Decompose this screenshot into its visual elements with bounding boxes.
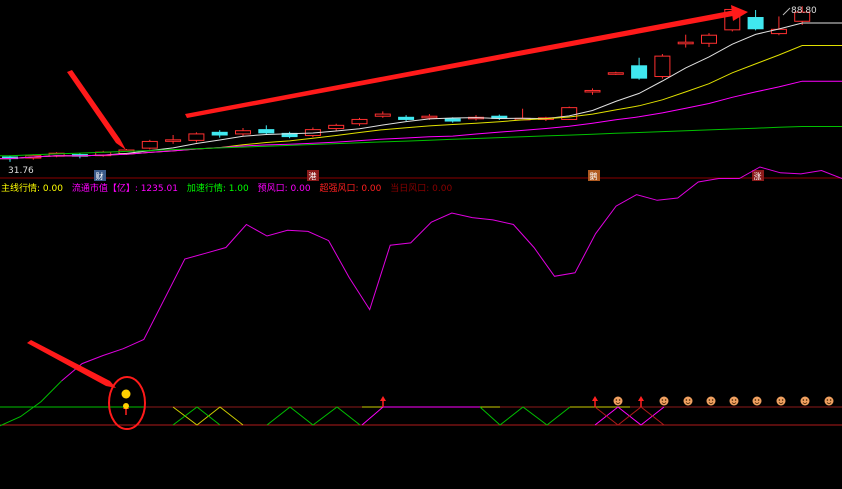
candle-body	[211, 131, 228, 136]
smiley-icon	[824, 396, 834, 406]
smiley-icon	[613, 396, 623, 406]
marker-cai: 财	[96, 171, 104, 181]
price-high-label: 88.80	[791, 6, 817, 16]
smiley-icon	[752, 396, 762, 406]
legend-day-wind: 当日风口: 0.00	[390, 182, 452, 194]
candle-body	[258, 129, 275, 134]
smiley-icon	[800, 396, 810, 406]
smiley-icon	[683, 396, 693, 406]
legend-main-trend: 主线行情: 0.00	[1, 182, 63, 194]
candle-body	[747, 17, 764, 30]
legend-pre-wind: 预风口: 0.00	[258, 183, 311, 194]
candle	[654, 53, 671, 79]
candle-body	[421, 115, 438, 119]
marker-e: 鹅	[590, 171, 598, 181]
candle-body	[328, 124, 345, 130]
legend-super-wind: 超强风口: 0.00	[319, 182, 381, 194]
yellow-face-icon	[121, 389, 131, 399]
price-low-label: 31.76	[8, 166, 34, 176]
marker-zhang: 涨	[754, 171, 762, 181]
candle-body	[584, 89, 601, 93]
candle-body	[654, 55, 671, 78]
candle-body	[188, 133, 205, 141]
smiley-icon	[776, 396, 786, 406]
marker-gang: 港	[309, 171, 317, 181]
candle-body	[351, 118, 368, 125]
candle-body	[701, 34, 717, 44]
yellow-dot-icon	[123, 403, 129, 409]
candle-body	[631, 65, 648, 79]
candle	[48, 152, 65, 158]
candle-body	[398, 116, 415, 120]
smiley-icon	[706, 396, 716, 406]
candle-body	[235, 130, 251, 135]
smiley-icon	[729, 396, 739, 406]
candle	[141, 139, 158, 150]
candle-body	[141, 140, 158, 149]
smiley-icon	[659, 396, 669, 406]
candle	[561, 106, 578, 120]
candle-body	[607, 72, 624, 75]
stock-chart: 88.80 31.76 财 港 鹅 涨 主线行情: 0.00 流通市值【亿】: …	[0, 0, 842, 489]
legend-market-cap: 流通市值【亿】: 1235.01	[72, 182, 178, 194]
price-low-label-group: 31.76	[8, 166, 34, 176]
legend-accelerate: 加速行情: 1.00	[187, 182, 249, 194]
candle-body	[677, 41, 694, 45]
candle-body	[165, 139, 182, 142]
candle-body	[374, 113, 391, 117]
candle-body	[444, 118, 461, 122]
